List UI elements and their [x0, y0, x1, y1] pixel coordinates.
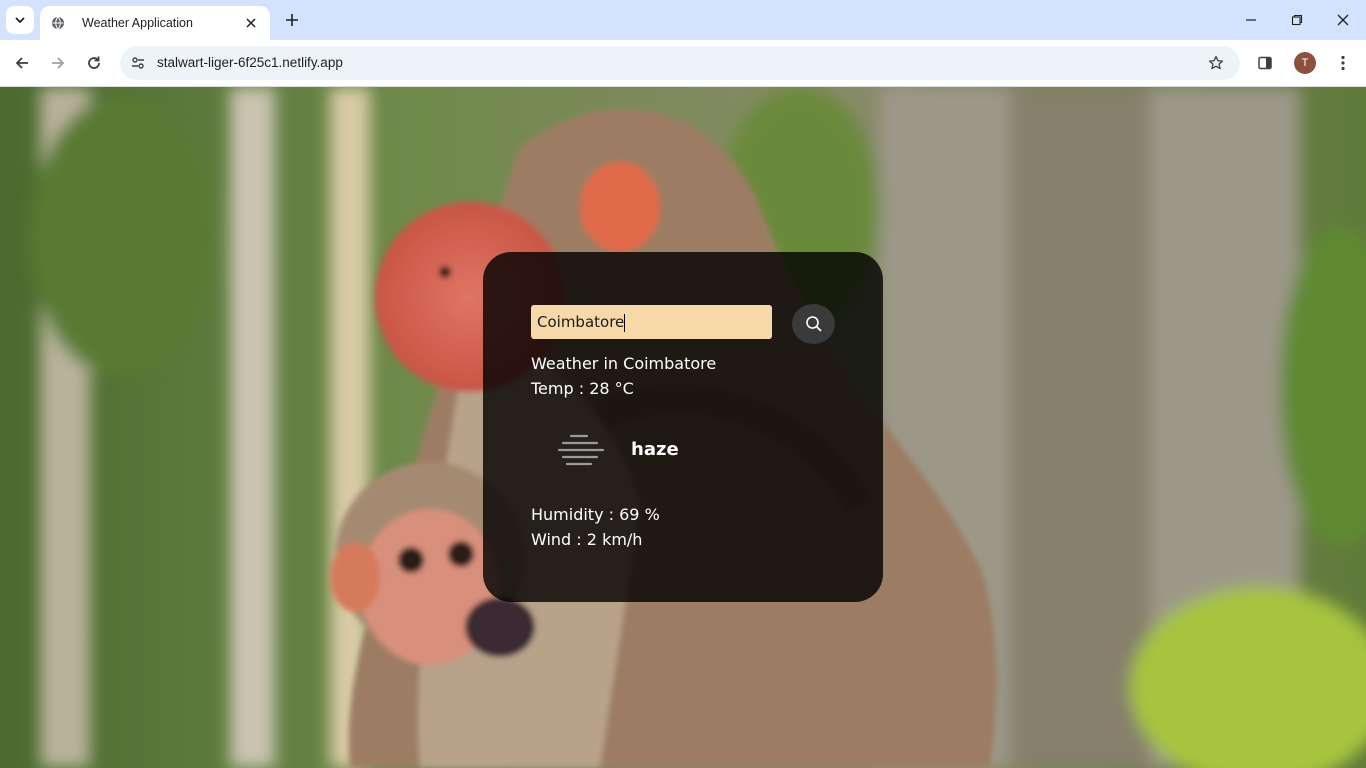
close-window-button[interactable] [1331, 8, 1355, 32]
url-text[interactable]: stalwart-liger-6f25c1.netlify.app [157, 55, 343, 70]
text-caret [624, 313, 626, 332]
humidity-unit: % [644, 505, 660, 524]
temp-value: 28 [589, 379, 610, 398]
browser-tab[interactable]: Weather Application [40, 6, 270, 40]
globe-icon [50, 15, 66, 31]
wind-label: Wind : [531, 530, 582, 549]
close-tab-icon[interactable] [242, 14, 260, 32]
bookmark-star-icon[interactable] [1206, 53, 1226, 73]
city-search-input[interactable]: Coimbatore [531, 305, 772, 339]
search-icon [805, 316, 822, 332]
tab-strip: Weather Application [0, 0, 1366, 40]
temp-unit: °C [614, 379, 634, 398]
site-info-icon[interactable] [128, 53, 148, 73]
browser-toolbar: stalwart-liger-6f25c1.netlify.app T [0, 40, 1366, 87]
wind-unit: km/h [602, 530, 643, 549]
city-label: Weather in [531, 354, 619, 373]
search-input-value: Coimbatore [537, 313, 625, 331]
city-name: Coimbatore [623, 354, 717, 373]
forward-button[interactable] [46, 51, 70, 75]
profile-avatar[interactable]: T [1294, 52, 1316, 74]
back-button[interactable] [10, 51, 34, 75]
search-button[interactable] [792, 304, 835, 344]
minimize-icon [1246, 19, 1256, 21]
close-icon [1337, 14, 1349, 26]
minimize-button[interactable] [1239, 8, 1263, 32]
tab-search-button[interactable] [6, 6, 34, 34]
new-tab-button[interactable] [281, 9, 303, 31]
more-vert-icon [1341, 55, 1345, 71]
city-heading: Weather in Coimbatore [531, 354, 716, 373]
humidity-label: Humidity : [531, 505, 615, 524]
condition-label: haze [631, 439, 679, 460]
restore-button[interactable] [1285, 8, 1309, 32]
humidity-value: 69 [619, 505, 640, 524]
wind-value: 2 [586, 530, 597, 549]
side-panel-icon [1258, 56, 1272, 70]
temp-label: Temp : [531, 379, 585, 398]
plus-icon [286, 14, 298, 26]
tab-title: Weather Application [82, 16, 193, 30]
chevron-down-icon [15, 17, 25, 24]
wind-line: Wind : 2 km/h [531, 530, 642, 549]
page-viewport: Coimbatore Weather in Coimbatore Temp : … [0, 87, 1366, 768]
restore-icon [1291, 14, 1303, 26]
weather-card: Coimbatore Weather in Coimbatore Temp : … [483, 252, 883, 602]
reload-icon [88, 56, 100, 69]
haze-icon [557, 434, 605, 466]
address-bar[interactable]: stalwart-liger-6f25c1.netlify.app [120, 46, 1240, 80]
temperature-line: Temp : 28 °C [531, 379, 634, 398]
arrow-right-icon [52, 57, 65, 69]
arrow-left-icon [15, 57, 28, 69]
reload-button[interactable] [82, 51, 106, 75]
humidity-line: Humidity : 69 % [531, 505, 660, 524]
browser-menu-button[interactable] [1332, 52, 1354, 74]
side-panel-button[interactable] [1254, 52, 1276, 74]
